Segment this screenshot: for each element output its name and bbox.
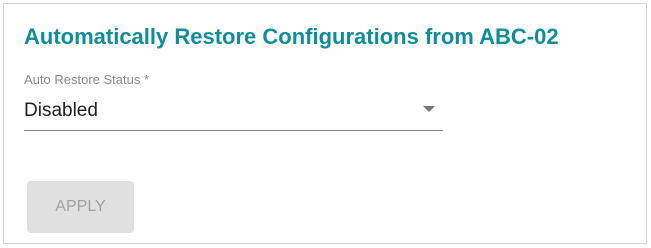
- auto-restore-status-value: Disabled: [24, 100, 98, 121]
- settings-panel: Automatically Restore Configurations fro…: [3, 3, 647, 244]
- auto-restore-status-select[interactable]: Disabled: [24, 90, 443, 131]
- auto-restore-status-field: Auto Restore Status * Disabled: [24, 67, 443, 137]
- auto-restore-status-label: Auto Restore Status *: [24, 72, 150, 87]
- dropdown-arrow-icon: [423, 106, 435, 112]
- section-title: Automatically Restore Configurations fro…: [24, 24, 559, 49]
- apply-button[interactable]: APPLY: [27, 181, 134, 233]
